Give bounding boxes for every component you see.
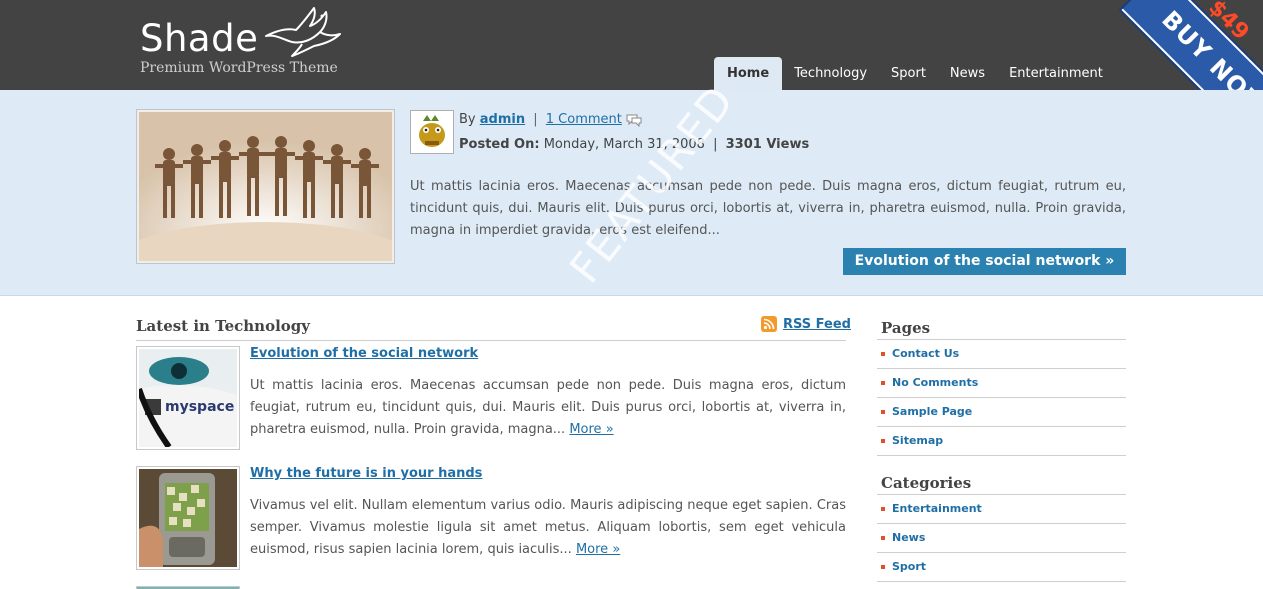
list-item: Why the future is in your hands Vivamus … (136, 466, 846, 570)
sidebar-item-news[interactable]: News (877, 524, 1126, 553)
sidebar-item-no-comments[interactable]: No Comments (877, 369, 1126, 398)
logo-tagline: Premium WordPress Theme (140, 60, 338, 76)
bullet-icon (881, 536, 885, 540)
sidebar-item-label: No Comments (892, 376, 979, 389)
nav-home[interactable]: Home (714, 57, 783, 90)
post-excerpt: Vivamus vel elit. Nullam elementum variu… (250, 495, 846, 561)
latest-section-title: Latest in Technology (136, 317, 311, 335)
post-byline: By admin | 1 Comment (459, 112, 642, 128)
meta-separator: | (713, 137, 718, 152)
dove-icon (265, 7, 341, 57)
post-title[interactable]: Why the future is in your hands (250, 466, 482, 482)
sidebar-pages: Pages Contact Us No Comments Sample Page… (877, 316, 1126, 456)
by-label: By (459, 112, 476, 127)
nav-entertainment[interactable]: Entertainment (997, 57, 1115, 90)
author-avatar[interactable] (410, 110, 454, 154)
sidebar-item-contact-us[interactable]: Contact Us (877, 340, 1126, 369)
more-link[interactable]: More » (569, 422, 613, 437)
sidebar-categories: Categories Entertainment News Sport (877, 471, 1126, 582)
main-nav: Home Technology Sport News Entertainment (714, 57, 1115, 90)
sidebar-item-entertainment[interactable]: Entertainment (877, 495, 1126, 524)
featured-section: By admin | 1 Comment Posted On: Monday, … (0, 90, 1263, 296)
site-header: Shade Premium WordPress Theme Home Techn… (0, 0, 1263, 90)
bullet-icon (881, 439, 885, 443)
sidebar-item-label: Sitemap (892, 434, 944, 447)
post-thumbnail[interactable] (136, 466, 240, 570)
paper-people-image (139, 112, 392, 261)
bullet-icon (881, 352, 885, 356)
post-thumbnail[interactable]: myspace (136, 346, 240, 450)
phone-in-hand-image (139, 469, 237, 567)
sidebar-pages-title: Pages (877, 316, 1126, 340)
sidebar-item-label: News (892, 531, 926, 544)
bullet-icon (881, 381, 885, 385)
rss-label: RSS Feed (783, 316, 851, 332)
featured-read-button[interactable]: Evolution of the social network » (843, 248, 1126, 275)
featured-excerpt: Ut mattis lacinia eros. Maecenas accumsa… (410, 179, 1126, 238)
bullet-icon (881, 410, 885, 414)
svg-text:myspace: myspace (165, 399, 234, 415)
bullet-icon (881, 507, 885, 511)
nav-technology[interactable]: Technology (782, 57, 879, 90)
avatar-character-icon (411, 111, 453, 153)
byline-separator: | (533, 112, 538, 127)
more-link[interactable]: More » (576, 542, 620, 557)
rss-icon (761, 316, 777, 332)
author-link[interactable]: admin (480, 112, 525, 127)
sidebar-item-label: Sport (892, 560, 927, 573)
ribbon-price: $49 (1203, 0, 1254, 46)
comment-bubble-icon (626, 114, 642, 127)
post-meta: Posted On: Monday, March 31, 2008 | 3301… (459, 137, 809, 153)
post-date: Monday, March 31, 2008 (543, 137, 705, 152)
post-excerpt-text: Ut mattis lacinia eros. Maecenas accumsa… (250, 378, 846, 437)
section-divider (136, 340, 846, 341)
post-title[interactable]: Evolution of the social network (250, 346, 478, 362)
sidebar-item-sitemap[interactable]: Sitemap (877, 427, 1126, 456)
list-item: myspace Evolution of the social network … (136, 346, 846, 450)
post-excerpt: Ut mattis lacinia eros. Maecenas accumsa… (250, 375, 846, 441)
myspace-eye-image: myspace (139, 349, 237, 447)
sidebar-item-sport[interactable]: Sport (877, 553, 1126, 582)
paper-people-illustration (139, 112, 392, 261)
nav-sport[interactable]: Sport (879, 57, 938, 90)
post-excerpt-text: Vivamus vel elit. Nullam elementum variu… (250, 498, 846, 557)
sidebar-item-sample-page[interactable]: Sample Page (877, 398, 1126, 427)
rss-feed-link[interactable]: RSS Feed (761, 316, 851, 332)
sidebar-item-label: Sample Page (892, 405, 973, 418)
sidebar-item-label: Entertainment (892, 502, 982, 515)
featured-image[interactable] (136, 109, 395, 264)
sidebar-item-label: Contact Us (892, 347, 960, 360)
sidebar-categories-title: Categories (877, 471, 1126, 495)
nav-news[interactable]: News (938, 57, 997, 90)
view-count: 3301 Views (725, 137, 810, 152)
posted-label: Posted On: (459, 137, 540, 152)
bullet-icon (881, 565, 885, 569)
comments-link[interactable]: 1 Comment (546, 112, 622, 127)
